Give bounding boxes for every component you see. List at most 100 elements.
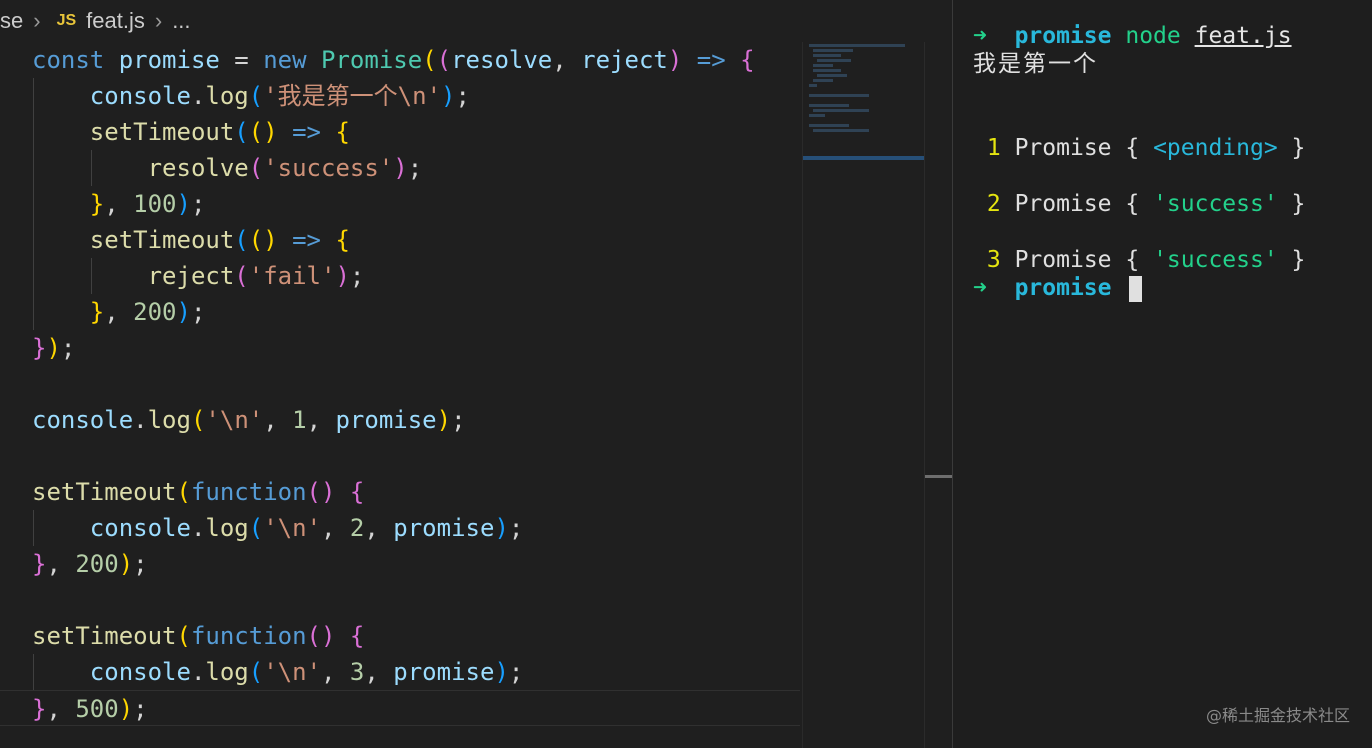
code-line[interactable]: const promise = new Promise((resolve, re… [0, 42, 800, 78]
scrollbar-thumb[interactable] [925, 475, 952, 478]
code-line[interactable]: }); [0, 330, 800, 366]
code-token: ; [508, 658, 524, 686]
code-token: Promise [321, 46, 423, 74]
code-token: console [32, 406, 134, 434]
minimap-line [809, 84, 817, 87]
code-line[interactable]: resolve('success'); [0, 150, 800, 186]
code-token: ; [407, 154, 423, 182]
code-token: ( [248, 154, 264, 182]
code-token: console [89, 658, 191, 686]
indent-guide [33, 258, 34, 294]
chevron-right-icon: › [154, 8, 163, 33]
terminal-command-line: ➜ promise node feat.js [973, 21, 1292, 51]
code-token: , [104, 298, 134, 326]
code-token: 500 [75, 695, 119, 723]
code-token: => [277, 226, 336, 254]
minimap[interactable] [802, 42, 925, 748]
code-line[interactable]: }, 100); [0, 186, 800, 222]
code-line[interactable]: setTimeout(function() { [0, 474, 800, 510]
code-token: promise [335, 406, 437, 434]
code-token: ( [234, 262, 249, 290]
code-token: ) [176, 298, 191, 326]
code-token: { [349, 622, 365, 650]
breadcrumb-file[interactable]: feat.js [86, 8, 145, 34]
terminal-prompt-line[interactable]: ➜ promise [973, 273, 1143, 303]
terminal-output-line: 2 Promise { 'success' } [973, 189, 1306, 219]
indent-guide [33, 150, 34, 186]
indent-guide [33, 294, 34, 330]
indent-guide [91, 258, 92, 294]
output-number: 2 [986, 191, 1001, 217]
code-token: ; [190, 190, 206, 218]
code-token: ) [436, 406, 452, 434]
code-token: setTimeout [32, 622, 177, 650]
code-token: ( [234, 118, 249, 146]
minimap-line [813, 54, 841, 57]
breadcrumb-folder[interactable]: se [0, 8, 23, 34]
code-token: . [133, 406, 148, 434]
minimap-line [813, 129, 869, 132]
minimap-line [809, 124, 849, 127]
code-token: 'success' [263, 154, 394, 182]
code-token: () [248, 118, 278, 146]
code-token: '我是第一个\n' [263, 82, 442, 110]
code-token: log [205, 82, 249, 110]
output-number: 1 [986, 135, 1001, 161]
indent-guide [33, 114, 34, 150]
code-token: ) [494, 658, 509, 686]
code-token: log [147, 406, 191, 434]
code-line[interactable]: }, 200); [0, 546, 800, 582]
code-token: , [46, 550, 76, 578]
code-token: setTimeout [32, 478, 177, 506]
prompt-arrow-icon: ➜ [973, 23, 987, 49]
code-line[interactable]: setTimeout(() => { [0, 114, 800, 150]
terminal-panel[interactable]: ➜ promise node feat.js 我是第一个 1 Promise {… [952, 0, 1372, 748]
code-line-current[interactable]: }, 500); [0, 690, 800, 726]
code-line[interactable] [0, 366, 800, 402]
code-line[interactable]: reject('fail'); [0, 258, 800, 294]
code-token: { [335, 118, 350, 146]
code-token: , [321, 514, 350, 542]
code-token: resolve [147, 154, 249, 182]
code-line[interactable]: }, 200); [0, 294, 800, 330]
code-line[interactable]: console.log('\n', 2, promise); [0, 510, 800, 546]
code-token: ( [248, 658, 264, 686]
code-token: ; [455, 82, 470, 110]
code-token: ) [441, 82, 456, 110]
code-token: 3 [349, 658, 365, 686]
editor-pane[interactable]: se › JS feat.js › ... const promise = ne… [0, 0, 952, 748]
breadcrumb-symbol[interactable]: ... [172, 8, 190, 34]
terminal-output-line: 3 Promise { 'success' } [973, 245, 1306, 275]
code-line[interactable] [0, 438, 800, 474]
output-text: Promise { [1014, 191, 1154, 217]
command-argument[interactable]: feat.js [1195, 23, 1292, 49]
code-line[interactable]: console.log('\n', 3, promise); [0, 654, 800, 690]
code-token: promise [393, 658, 495, 686]
code-token: ; [349, 262, 365, 290]
code-token: ( [190, 406, 206, 434]
output-value: <pending> [1153, 135, 1278, 161]
editor-scrollbar[interactable] [924, 42, 952, 748]
code-token: { [740, 46, 755, 74]
code-token: ( [422, 46, 437, 74]
code-line[interactable]: setTimeout(function() { [0, 618, 800, 654]
code-token: ) [494, 514, 509, 542]
code-line[interactable]: console.log('我是第一个\n'); [0, 78, 800, 114]
code-line[interactable]: setTimeout(() => { [0, 222, 800, 258]
code-line[interactable] [0, 582, 800, 618]
code-token: 'fail' [248, 262, 336, 290]
output-text: Promise { [1014, 247, 1154, 273]
code-token: () [248, 226, 278, 254]
minimap-line [809, 114, 825, 117]
code-token: log [205, 658, 249, 686]
code-area[interactable]: const promise = new Promise((resolve, re… [0, 42, 800, 726]
code-token: 2 [349, 514, 365, 542]
code-line[interactable]: console.log('\n', 1, promise); [0, 402, 800, 438]
code-token: ) [393, 154, 408, 182]
code-token: ) [176, 190, 191, 218]
code-token: ; [190, 298, 206, 326]
code-token: console [89, 514, 191, 542]
code-token: promise [118, 46, 220, 74]
code-token: '\n' [263, 658, 322, 686]
